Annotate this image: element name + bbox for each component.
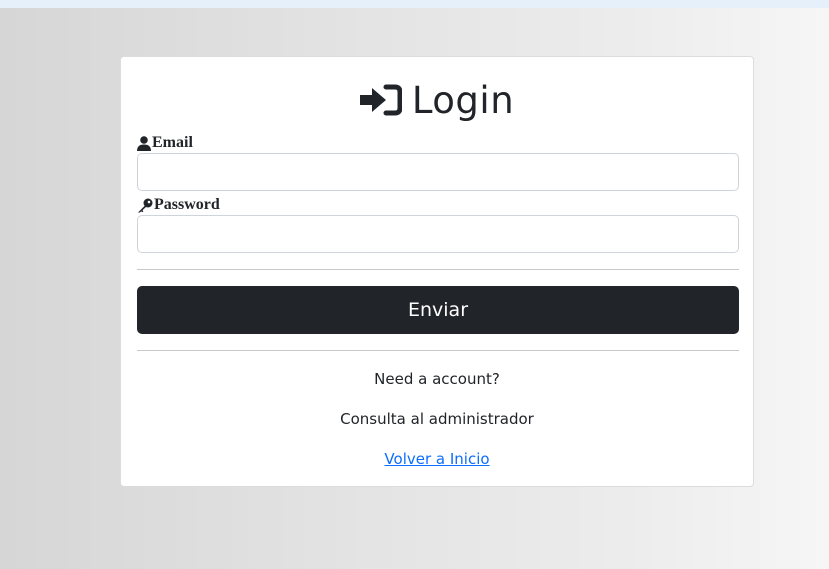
top-strip [0,0,829,8]
divider-top [137,269,739,270]
back-link-row: Volver a Inicio [121,450,753,468]
need-account-text: Need a account? [374,370,500,388]
page-title: Login [411,78,515,122]
contact-admin-text: Consulta al administrador [340,410,534,428]
divider-bottom [137,350,739,351]
password-label: Password [137,196,220,214]
email-field[interactable] [137,153,739,191]
user-icon [137,135,151,151]
back-to-home-link[interactable]: Volver a Inicio [384,450,489,468]
login-card: Login Email Password Enviar Need a accou… [120,56,754,487]
password-label-text: Password [154,196,220,213]
email-label: Email [137,134,193,152]
sign-in-icon [359,84,402,116]
email-label-text: Email [152,134,193,151]
password-field[interactable] [137,215,739,253]
submit-button[interactable]: Enviar [137,286,739,334]
key-icon [138,198,153,212]
login-heading: Login [121,75,753,125]
